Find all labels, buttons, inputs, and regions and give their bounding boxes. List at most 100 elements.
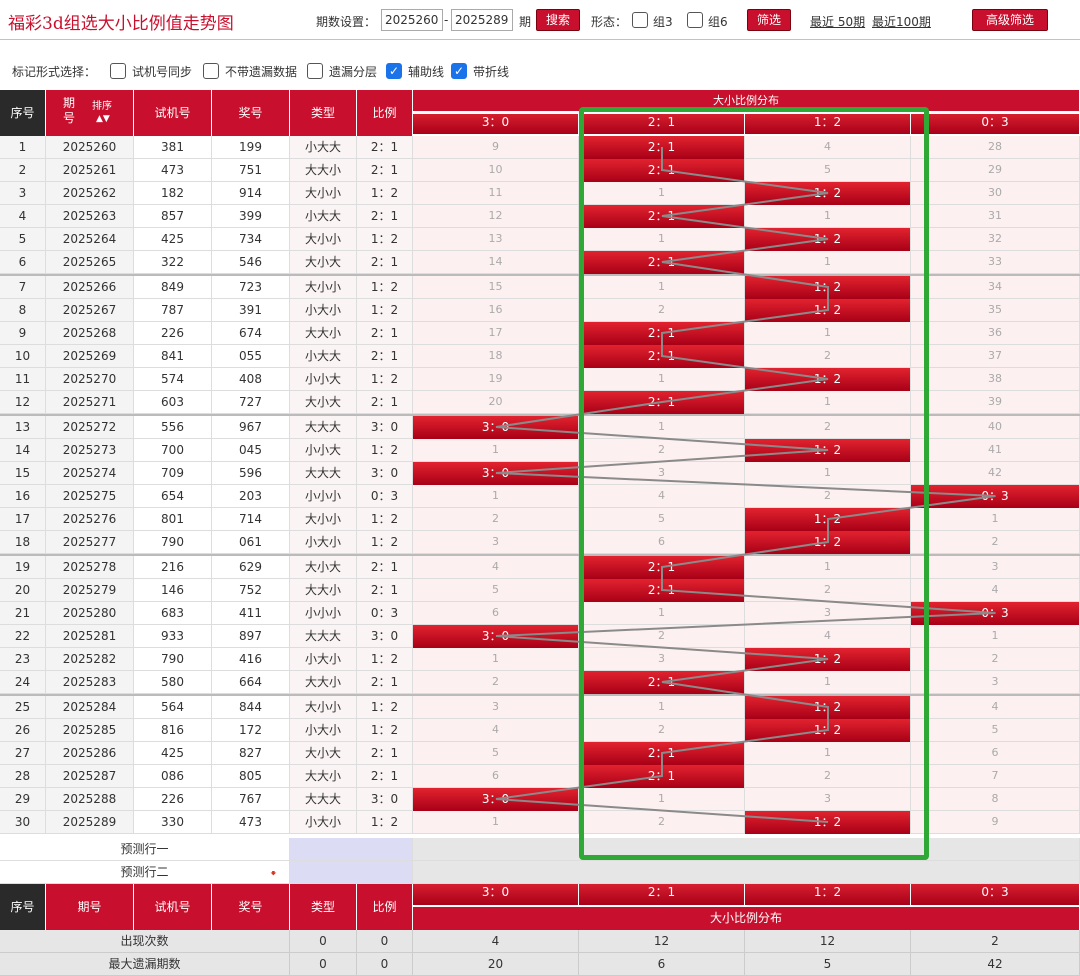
cell-seq: 13 — [0, 416, 46, 439]
miss-count-cell: 2 — [579, 625, 745, 648]
cell-type: 大小小 — [290, 276, 357, 299]
cell-prize: 399 — [212, 205, 290, 228]
predict-dist-cell[interactable] — [413, 861, 1080, 884]
foot-dist-title: 大小比例分布 — [413, 907, 1080, 930]
ratio-hit-cell: 2：1 — [579, 579, 745, 602]
cell-ratio: 1：2 — [357, 299, 413, 322]
period-from-input[interactable] — [381, 9, 443, 31]
miss-count-cell: 4 — [579, 485, 745, 508]
miss-count-cell: 4 — [413, 719, 579, 742]
cell-prize: 203 — [212, 485, 290, 508]
miss-count-cell: 4 — [745, 136, 911, 159]
miss-count-cell: 5 — [413, 579, 579, 602]
cell-trial: 226 — [134, 788, 212, 811]
miss-count-cell: 32 — [911, 228, 1080, 251]
miss-count-cell: 5 — [579, 508, 745, 531]
predict-input-cell[interactable] — [290, 838, 413, 861]
cell-type: 大小小 — [290, 228, 357, 251]
cell-issue: 2025280 — [46, 602, 134, 625]
ratio-hit-cell: 1：2 — [745, 276, 911, 299]
cell-ratio: 1：2 — [357, 182, 413, 205]
dist-col-header: 2：1 — [579, 114, 745, 134]
cell-trial: 849 — [134, 276, 212, 299]
cell-type: 小大小 — [290, 811, 357, 834]
cell-issue: 2025267 — [46, 299, 134, 322]
miss-count-cell: 16 — [413, 299, 579, 322]
miss-count-cell: 8 — [911, 788, 1080, 811]
filter-button[interactable]: 筛选 — [747, 9, 791, 31]
col-issue-header[interactable]: 期号 排序 ▲▼ — [46, 90, 134, 136]
advanced-filter-button[interactable]: 高级筛选 — [972, 9, 1048, 31]
miss-count-cell: 5 — [911, 719, 1080, 742]
table-row: 15 2025274 709 596 大大大 3：0 3：0 3 1 42 — [0, 462, 1080, 485]
ratio-hit-cell: 1：2 — [745, 696, 911, 719]
stat-cell: 0 — [357, 953, 413, 976]
mark-option-checkbox[interactable]: ✓ — [451, 63, 467, 79]
table-row: 28 2025287 086 805 大大小 2：1 6 2：1 2 7 — [0, 765, 1080, 788]
mark-option-checkbox[interactable]: ✓ — [386, 63, 402, 79]
group6-checkbox[interactable] — [687, 12, 703, 28]
cell-seq: 2 — [0, 159, 46, 182]
table-row: 9 2025268 226 674 大大小 2：1 17 2：1 1 36 — [0, 322, 1080, 345]
period-label: 期数设置： — [316, 15, 377, 29]
miss-count-cell: 1 — [413, 811, 579, 834]
cell-ratio: 1：2 — [357, 439, 413, 462]
cell-type: 小小大 — [290, 439, 357, 462]
miss-count-cell: 6 — [579, 531, 745, 554]
ratio-hit-cell: 2：1 — [579, 556, 745, 579]
cell-prize: 416 — [212, 648, 290, 671]
ratio-hit-cell: 1：2 — [745, 508, 911, 531]
miss-count-cell: 4 — [911, 696, 1080, 719]
cell-prize: 045 — [212, 439, 290, 462]
table-row: 29 2025288 226 767 大大大 3：0 3：0 1 3 8 — [0, 788, 1080, 811]
cell-ratio: 2：1 — [357, 579, 413, 602]
period-dash: - — [444, 13, 449, 27]
cell-trial: 790 — [134, 531, 212, 554]
predict-input-cell[interactable] — [290, 861, 413, 884]
mark-options-label: 标记形式选择： — [12, 65, 97, 79]
mark-option-checkbox[interactable] — [203, 63, 219, 79]
miss-count-cell: 18 — [413, 345, 579, 368]
cell-issue: 2025270 — [46, 368, 134, 391]
predict-dist-cell[interactable] — [413, 838, 1080, 861]
cell-issue: 2025261 — [46, 159, 134, 182]
sort-arrows-icon[interactable]: ▲▼ — [96, 112, 110, 127]
cell-trial: 425 — [134, 742, 212, 765]
cell-type: 大大大 — [290, 462, 357, 485]
cell-ratio: 2：1 — [357, 159, 413, 182]
cell-issue: 2025284 — [46, 696, 134, 719]
cell-issue: 2025283 — [46, 671, 134, 694]
group3-checkbox[interactable] — [632, 12, 648, 28]
search-button[interactable]: 搜索 — [536, 9, 580, 31]
miss-count-cell: 1 — [579, 788, 745, 811]
cell-issue: 2025285 — [46, 719, 134, 742]
cell-trial: 603 — [134, 391, 212, 414]
miss-count-cell: 2 — [579, 719, 745, 742]
table-row: 1 2025260 381 199 小大大 2：1 9 2：1 4 28 — [0, 136, 1080, 159]
period-to-input[interactable] — [451, 9, 513, 31]
cell-seq: 20 — [0, 579, 46, 602]
recent-100-link[interactable]: 最近100期 — [872, 13, 931, 30]
cell-type: 小小大 — [290, 368, 357, 391]
mark-option-checkbox[interactable] — [110, 63, 126, 79]
foot-type-header: 类型 — [290, 884, 357, 930]
arrow-down-icon[interactable]: 🠻 — [270, 865, 277, 884]
miss-count-cell: 41 — [911, 439, 1080, 462]
cell-prize: 408 — [212, 368, 290, 391]
miss-count-cell: 1 — [745, 556, 911, 579]
cell-prize: 473 — [212, 811, 290, 834]
table-row: 24 2025283 580 664 大大小 2：1 2 2：1 1 3 — [0, 671, 1080, 694]
miss-count-cell: 2 — [745, 485, 911, 508]
mark-option-checkbox[interactable] — [307, 63, 323, 79]
dist-col-header: 1：2 — [745, 114, 911, 134]
cell-issue: 2025269 — [46, 345, 134, 368]
cell-trial: 700 — [134, 439, 212, 462]
cell-ratio: 2：1 — [357, 345, 413, 368]
cell-type: 小小小 — [290, 485, 357, 508]
miss-count-cell: 4 — [745, 625, 911, 648]
recent-50-link[interactable]: 最近 50期 — [810, 13, 865, 30]
miss-count-cell: 13 — [413, 228, 579, 251]
cell-type: 大小大 — [290, 556, 357, 579]
miss-count-cell: 3 — [911, 556, 1080, 579]
cell-prize: 061 — [212, 531, 290, 554]
